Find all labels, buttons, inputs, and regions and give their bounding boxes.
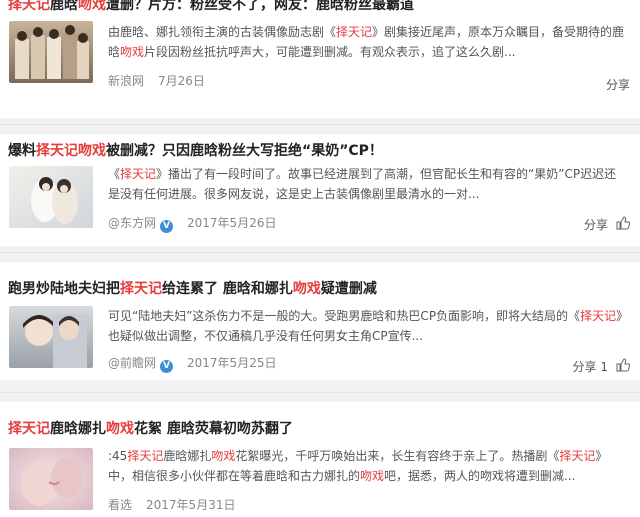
result-meta: 看选 2017年5月31日 xyxy=(108,496,235,513)
result-meta: @东方网 V 2017年5月26日 xyxy=(108,214,276,233)
result-snippet: 《择天记》播出了有一段时间了。故事已经进展到了高潮，但官配长生和有容的“果奶”C… xyxy=(108,164,628,204)
result-title[interactable]: 择天记鹿晗娜扎吻戏花絮 鹿晗荧幕初吻苏翻了 xyxy=(8,418,293,440)
result-title[interactable]: 择天记鹿晗吻戏遭删？片方：粉丝受不了，网友：鹿晗粉丝最霸道 xyxy=(8,0,414,16)
share-button[interactable]: 分享 xyxy=(584,216,608,233)
result-meta: 新浪网 7月26日 xyxy=(108,72,205,89)
thumbs-up-icon[interactable] xyxy=(616,216,630,230)
snippet-keyword: 择天记 xyxy=(120,167,157,181)
title-keyword[interactable]: 择天记 xyxy=(120,281,162,297)
result-title[interactable]: 爆料择天记吻戏被删减？只因鹿晗粉丝大写拒绝“果奶”CP！ xyxy=(8,140,383,162)
snippet-text: 片段因粉丝抵抗呼声大，可能遭到删减。有观众表示，追了这么久剧... xyxy=(144,45,516,59)
result-meta: @前瞻网 V 2017年5月25日 xyxy=(108,354,276,373)
snippet-keyword: 吻戏 xyxy=(211,449,236,463)
divider xyxy=(0,392,640,393)
result-thumbnail[interactable] xyxy=(9,306,93,368)
share-button[interactable]: 分享 1 xyxy=(573,358,608,375)
result-card-1[interactable]: 择天记鹿晗吻戏遭删？片方：粉丝受不了，网友：鹿晗粉丝最霸道 由鹿晗、娜扎领衔主演… xyxy=(0,0,640,118)
title-keyword[interactable]: 择天记 xyxy=(8,421,50,437)
title-keyword[interactable]: 择天记吻戏 xyxy=(36,143,106,159)
snippet-keyword: 吻戏 xyxy=(120,45,145,59)
snippet-text: 鹿晗娜扎 xyxy=(163,449,212,463)
snippet-text: 吧，据悉，两人的吻戏将遭到删减... xyxy=(384,469,576,483)
title-text[interactable]: 疑遭删减 xyxy=(321,281,377,297)
title-text[interactable]: 被删减？只因鹿晗粉丝大写拒绝“果奶”CP！ xyxy=(106,143,383,159)
snippet-text: 《 xyxy=(108,167,121,181)
snippet-keyword: 吻戏 xyxy=(360,469,385,483)
snippet-keyword: 择天记 xyxy=(559,449,596,463)
title-text[interactable]: 花絮 鹿晗荧幕初吻苏翻了 xyxy=(134,421,293,437)
title-text[interactable]: 遭删？片方：粉丝受不了，网友：鹿晗粉丝最霸道 xyxy=(106,0,414,13)
snippet-text: 可见“陆地夫妇”这杀伤力不是一般的大。受跑男鹿晗和热巴CP负面影响，即将大结局的… xyxy=(108,309,581,323)
publish-date: 2017年5月31日 xyxy=(146,498,236,512)
title-keyword[interactable]: 吻戏 xyxy=(293,281,321,297)
result-thumbnail[interactable] xyxy=(9,448,93,510)
result-card-2[interactable]: 爆料择天记吻戏被删减？只因鹿晗粉丝大写拒绝“果奶”CP！ 《择天记》播出了有一段… xyxy=(0,134,640,246)
snippet-text: 花絮曝光，千呼万唤始出来，长生有容终于亲上了。热播剧《 xyxy=(235,449,560,463)
snippet-keyword: 择天记 xyxy=(127,449,164,463)
divider xyxy=(0,124,640,125)
title-keyword[interactable]: 吻戏 xyxy=(78,0,106,13)
result-thumbnail[interactable] xyxy=(9,21,93,83)
result-card-4[interactable]: 择天记鹿晗娜扎吻戏花絮 鹿晗荧幕初吻苏翻了 :45择天记鹿晗娜扎吻戏花絮曝光，千… xyxy=(0,402,640,517)
publish-date: 7月26日 xyxy=(158,74,205,88)
title-keyword[interactable]: 择天记 xyxy=(8,0,50,13)
verified-icon: V xyxy=(160,220,174,233)
source-name[interactable]: @前瞻网 xyxy=(108,356,156,370)
publish-date: 2017年5月26日 xyxy=(187,216,277,230)
source-name[interactable]: 新浪网 xyxy=(108,74,144,88)
verified-icon: V xyxy=(160,360,174,373)
publish-date: 2017年5月25日 xyxy=(187,356,277,370)
snippet-keyword: 择天记 xyxy=(336,25,373,39)
result-snippet: 可见“陆地夫妇”这杀伤力不是一般的大。受跑男鹿晗和热巴CP负面影响，即将大结局的… xyxy=(108,306,628,346)
title-text[interactable]: 鹿晗娜扎 xyxy=(50,421,106,437)
snippet-text: 由鹿晗、娜扎领衔主演的古装偶像励志剧《 xyxy=(108,25,337,39)
source-name[interactable]: 看选 xyxy=(108,498,132,512)
divider xyxy=(0,252,640,253)
snippet-keyword: 择天记 xyxy=(580,309,617,323)
result-snippet: 由鹿晗、娜扎领衔主演的古装偶像励志剧《择天记》剧集接近尾声，原本万众瞩目，备受期… xyxy=(108,22,628,62)
thumbs-up-icon[interactable] xyxy=(616,358,630,372)
title-text[interactable]: 给连累了 鹿晗和娜扎 xyxy=(162,281,293,297)
snippet-text: :45 xyxy=(108,449,128,463)
source-name[interactable]: @东方网 xyxy=(108,216,156,230)
title-text[interactable]: 爆料 xyxy=(8,143,36,159)
snippet-text: 》播出了有一段时间了。故事已经进展到了高潮，但官配长生和有容的“果奶”CP迟迟还… xyxy=(108,167,617,201)
result-title[interactable]: 跑男炒陆地夫妇把择天记给连累了 鹿晗和娜扎吻戏疑遭删减 xyxy=(8,278,377,300)
title-text[interactable]: 跑男炒陆地夫妇把 xyxy=(8,281,120,297)
result-card-3[interactable]: 跑男炒陆地夫妇把择天记给连累了 鹿晗和娜扎吻戏疑遭删减 可见“陆地夫妇”这杀伤力… xyxy=(0,262,640,380)
title-keyword[interactable]: 吻戏 xyxy=(106,421,134,437)
result-thumbnail[interactable] xyxy=(9,166,93,228)
share-button[interactable]: 分享 xyxy=(606,76,630,93)
title-text[interactable]: 鹿晗 xyxy=(50,0,78,13)
result-snippet: :45择天记鹿晗娜扎吻戏花絮曝光，千呼万唤始出来，长生有容终于亲上了。热播剧《择… xyxy=(108,446,628,486)
